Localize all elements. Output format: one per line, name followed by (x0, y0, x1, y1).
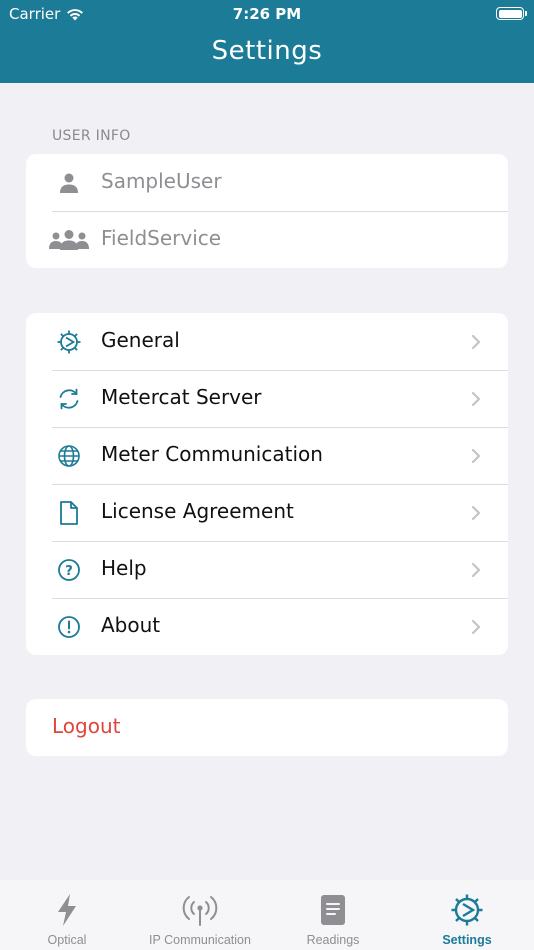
tab-ip-communication[interactable]: IP Communication (135, 880, 265, 950)
page-title: Settings (211, 36, 323, 66)
group-label: FieldService (101, 226, 222, 250)
chevron-right-icon (471, 334, 481, 350)
tab-label: Settings (442, 933, 492, 947)
menu-item-about[interactable]: About (26, 598, 508, 655)
group-icon (48, 227, 90, 253)
menu-item-label: Help (101, 556, 147, 580)
tab-settings[interactable]: Settings (402, 880, 532, 950)
navigation-header: Carrier 7:26 PM Settings (0, 0, 534, 83)
logout-label: Logout (52, 714, 121, 738)
exclamation-circle-icon (54, 614, 84, 640)
clock: 7:26 PM (232, 5, 302, 23)
globe-icon (54, 443, 84, 469)
tab-label: IP Communication (149, 933, 251, 947)
menu-item-label: General (101, 328, 180, 352)
menu-item-label: Meter Communication (101, 442, 323, 466)
chevron-right-icon (471, 448, 481, 464)
person-icon (54, 170, 84, 196)
user-info-card: SampleUser FieldService (26, 154, 508, 268)
menu-item-label: Metercat Server (101, 385, 262, 409)
battery-icon (496, 7, 527, 20)
chevron-right-icon (471, 562, 481, 578)
menu-item-license-agreement[interactable]: License Agreement (26, 484, 508, 541)
chevron-right-icon (471, 391, 481, 407)
username-row: SampleUser (26, 154, 508, 211)
gear-icon (54, 329, 84, 355)
tab-label: Readings (306, 933, 360, 947)
lightning-icon (49, 892, 85, 928)
status-bar: Carrier 7:26 PM (0, 0, 534, 28)
menu-item-metercat-server[interactable]: Metercat Server (26, 370, 508, 427)
svg-text:?: ? (65, 564, 73, 579)
menu-item-label: License Agreement (101, 499, 294, 523)
question-circle-icon: ? (54, 557, 84, 583)
username-label: SampleUser (101, 169, 222, 193)
settings-menu-card: General Metercat Server Meter Communicat… (26, 313, 508, 655)
readings-icon (315, 892, 351, 928)
menu-item-label: About (101, 613, 161, 637)
tab-readings[interactable]: Readings (268, 880, 398, 950)
logout-button[interactable]: Logout (26, 699, 508, 756)
gear-icon (449, 892, 485, 928)
sync-icon (54, 386, 84, 412)
logout-card: Logout (26, 699, 508, 756)
menu-item-help[interactable]: ? Help (26, 541, 508, 598)
group-row: FieldService (26, 211, 508, 268)
user-info-section-label: USER INFO (52, 128, 131, 144)
tab-label: Optical (47, 933, 87, 947)
chevron-right-icon (471, 619, 481, 635)
menu-item-meter-communication[interactable]: Meter Communication (26, 427, 508, 484)
document-icon (54, 500, 84, 526)
menu-item-general[interactable]: General (26, 313, 508, 370)
antenna-icon (182, 892, 218, 928)
tab-bar: Optical IP Communication Readings Settin… (0, 880, 534, 950)
chevron-right-icon (471, 505, 481, 521)
tab-optical[interactable]: Optical (2, 880, 132, 950)
